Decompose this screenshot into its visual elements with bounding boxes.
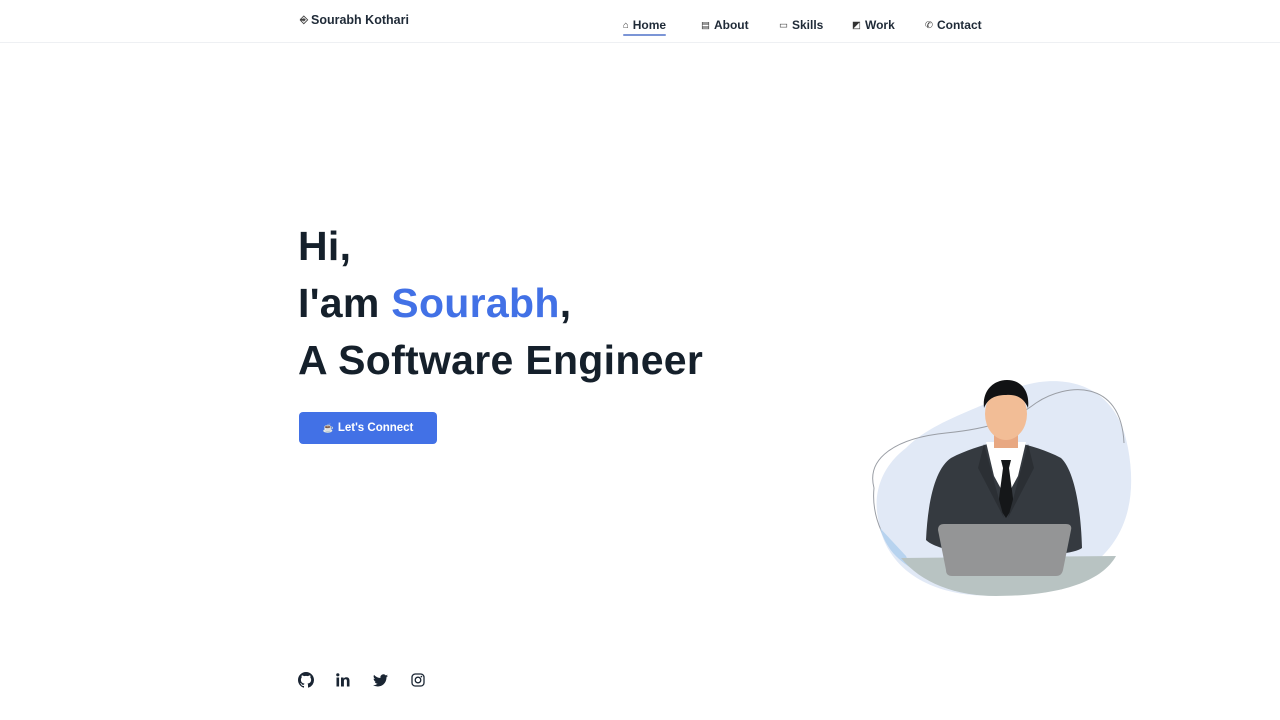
github-icon [298,672,314,688]
document-icon: ▤ [701,19,710,31]
nav-home-label: Home [632,18,667,32]
hero-name: Sourabh [391,280,560,326]
hero-illustration [866,378,1134,598]
instagram-icon [410,673,425,687]
coffee-icon: ☕ [322,422,334,433]
logo-link[interactable]: ⎆ Sourabh Kothari [300,13,409,27]
image-icon: ◩ [852,19,861,31]
hero-heading: Hi, I'am Sourabh, A Software Engineer [298,218,703,389]
nav-work-label: Work [864,18,895,32]
lets-connect-label: Let's Connect [337,422,414,434]
man-with-laptop-illustration [872,380,1132,596]
laptop [938,524,1072,576]
hero-intro: I'am Sourabh, [298,275,703,332]
header: ⎆ Sourabh Kothari ⌂ Home ▤ About ▭ Skill… [0,0,1280,43]
lets-connect-button[interactable]: ☕ Let's Connect [299,412,437,444]
linkedin-icon [335,673,349,687]
logo-text: Sourabh Kothari [311,13,409,27]
nav-about-label: About [713,18,749,32]
nav-skills[interactable]: ▭ Skills [779,13,823,37]
hero-intro-prefix: I'am [298,280,392,326]
nav-about[interactable]: ▤ About [701,13,749,37]
laptop-icon: ▭ [779,19,788,31]
nav-skills-label: Skills [791,18,824,32]
github-link[interactable] [298,671,336,689]
hero-intro-suffix: , [559,280,572,326]
login-icon: ⎆ [300,14,308,26]
home-icon: ⌂ [623,19,629,31]
phone-icon: ✆ [925,19,933,31]
nav-work[interactable]: ◩ Work [852,13,895,37]
twitter-icon [373,673,388,686]
hero-greeting: Hi, [298,223,352,269]
hero-role: A Software Engineer [298,337,704,383]
nav-contact-label: Contact [936,18,982,32]
linkedin-link[interactable] [335,671,374,689]
instagram-link[interactable] [410,671,449,689]
nav-contact[interactable]: ✆ Contact [925,13,982,37]
nav-home[interactable]: ⌂ Home [623,13,667,37]
social-links [298,671,448,689]
twitter-link[interactable] [373,671,411,689]
